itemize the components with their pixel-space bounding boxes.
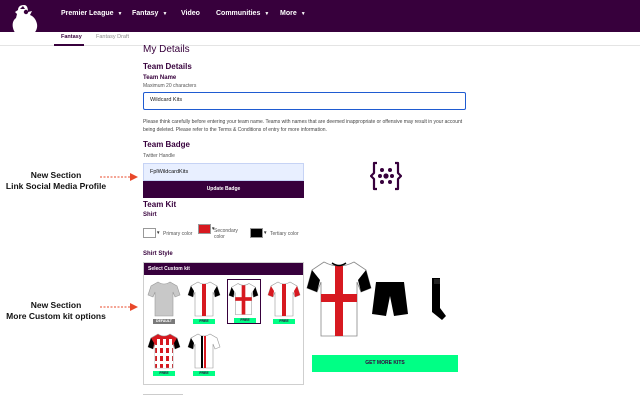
team-badge-icon [370,161,402,191]
preview-shirt [306,261,372,337]
annotation-line: New Section [30,170,82,180]
annotation-social-media: New Section Link Social Media Profile [0,170,112,192]
preview-socks [432,278,446,320]
primary-color-label: Primary color [163,231,193,237]
annotation-line: New Section [30,300,82,310]
arrow-right-icon [100,303,138,311]
twitter-handle-input[interactable]: FplWildcardKits [143,163,304,181]
get-more-kits-button[interactable]: GET MORE KITS [312,355,458,372]
cross-shirt-icon [228,283,259,315]
team-name-input[interactable]: Wildcard Kits [143,92,466,110]
nav-premier-league[interactable]: Premier League ▼ [61,10,122,17]
chevron-down-icon: ▼ [156,230,161,235]
team-kit-heading: Team Kit [143,200,177,209]
nav-fantasy[interactable]: Fantasy ▼ [132,10,167,17]
secondary-color-swatch[interactable] [198,224,211,234]
primary-color-swatch[interactable] [143,228,156,238]
team-details-heading: Team Details [143,62,192,71]
preview-shorts [372,282,408,316]
plain-shirt-icon [147,281,181,317]
chevron-down-icon: ▼ [162,11,168,17]
active-tab-indicator [54,44,84,46]
nav-label: Fantasy [132,10,159,17]
nav-communities[interactable]: Communities ▼ [216,10,269,17]
update-badge-button[interactable]: Update Badge [143,181,304,198]
nav-label: Premier League [61,10,114,17]
arrow-right-icon [100,173,138,181]
free-badge: FREE [273,319,295,324]
nav-label: Video [181,10,200,17]
team-name-warning: Please think carefully before entering y… [143,119,463,133]
stripe-shirt-icon [187,281,221,317]
pinstripe-shirt-icon [187,333,221,369]
kit-preview [306,261,446,337]
shirt-style-label: Shirt Style [143,251,173,257]
sleeve-shirt-icon [267,281,301,317]
free-badge: FREE [193,319,215,324]
annotation-line: More Custom kit options [6,311,106,321]
page-title: My Details [143,44,190,55]
sub-nav: Fantasy Fantasy Draft [0,32,640,46]
tertiary-color-label: Tertiary color [270,231,299,237]
free-badge: FREE [193,371,215,376]
twitter-handle-label: Twitter Handle [143,153,175,159]
shirt-label: Shirt [143,212,157,218]
nav-video[interactable]: Video [181,10,200,17]
nav-more[interactable]: More ▼ [280,10,306,17]
annotation-line: Link Social Media Profile [5,181,107,191]
nav-label: Communities [216,10,261,17]
shirt-style-selector: Select Custom kit DEFAULT FREE FREE FREE… [143,262,304,385]
tertiary-color-swatch[interactable] [250,228,263,238]
team-name-label: Team Name [143,75,177,81]
team-badge-heading: Team Badge [143,140,190,149]
kit-option-vertical-stripe[interactable]: FREE [187,279,221,324]
tab-fantasy-draft[interactable]: Fantasy Draft [96,34,129,40]
nav-label: More [280,10,297,17]
kit-option-cross[interactable]: FREE [227,279,261,324]
annotation-custom-kits: New Section More Custom kit options [0,300,112,322]
chevron-down-icon: ▼ [300,11,306,17]
secondary-color-label: Secondary color [214,228,238,240]
kit-option-checkered[interactable]: FREE [147,331,181,376]
select-custom-kit-header: Select Custom kit [144,263,303,275]
kit-option-default[interactable]: DEFAULT [147,279,181,324]
top-nav: Premier League ▼ Fantasy ▼ Video Communiti… [0,0,640,41]
kit-option-red-sleeves[interactable]: FREE [267,279,301,324]
chevron-down-icon: ▼ [263,230,268,235]
next-section-divider [143,394,183,400]
free-badge: FREE [153,371,175,376]
team-name-hint: Maximum 20 characters [143,83,197,89]
tab-fantasy[interactable]: Fantasy [61,34,82,40]
checkered-shirt-icon [147,333,181,369]
chevron-down-icon: ▼ [264,11,270,17]
chevron-down-icon: ▼ [117,11,123,17]
free-badge: FREE [234,318,256,323]
kit-option-pinstripe[interactable]: FREE [187,331,221,376]
default-badge: DEFAULT [153,319,175,324]
